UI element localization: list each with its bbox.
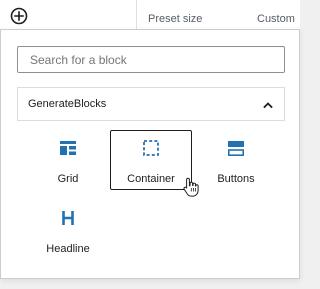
- custom-size-label[interactable]: Custom: [257, 13, 295, 25]
- block-headline[interactable]: Headline: [27, 200, 109, 260]
- block-label-grid: Grid: [57, 173, 79, 185]
- chevron-up-icon[interactable]: [262, 99, 274, 111]
- plus-circle-icon: [10, 7, 28, 25]
- container-icon: [143, 140, 159, 156]
- category-panel-header[interactable]: GenerateBlocks: [17, 87, 285, 121]
- grid-icon: [60, 141, 76, 155]
- block-buttons[interactable]: Buttons: [195, 130, 277, 190]
- block-container[interactable]: Container: [110, 130, 192, 190]
- block-label-container: Container: [127, 173, 175, 185]
- add-block-button[interactable]: [8, 5, 30, 27]
- block-search-field[interactable]: [17, 46, 285, 73]
- category-title: GenerateBlocks: [28, 98, 107, 110]
- buttons-icon: [228, 140, 244, 156]
- hand-pointer-icon: [183, 177, 199, 197]
- block-inserter-popover: GenerateBlocks Grid Container: [0, 29, 300, 279]
- block-label-buttons: Buttons: [217, 173, 255, 185]
- preset-size-label: Preset size: [148, 13, 203, 25]
- headline-icon: [62, 211, 74, 225]
- block-grid[interactable]: Grid: [27, 130, 109, 190]
- block-label-headline: Headline: [46, 243, 90, 255]
- block-search-input[interactable]: [18, 47, 284, 72]
